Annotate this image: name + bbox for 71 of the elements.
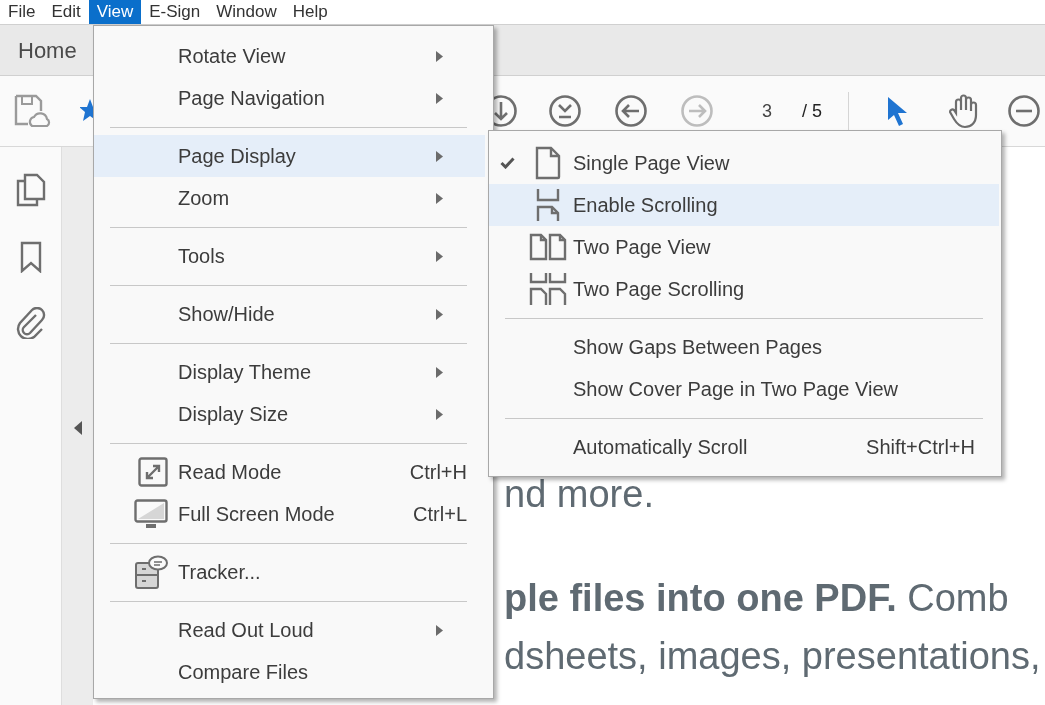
menu-item[interactable]: Zoom [94,177,485,219]
menu-item[interactable]: Tools [94,235,485,277]
collapse-arrow-icon[interactable] [73,421,82,435]
document-text: dsheets, images, presentations, [504,634,1041,679]
menu-item-label: Show/Hide [178,302,275,327]
document-text: ple files into one PDF. Comb [504,576,1009,621]
menu-item[interactable]: Compare Files [94,651,485,693]
menu-item[interactable]: Read Mode Ctrl+H [94,451,485,493]
page-icon [534,146,562,180]
menu-item[interactable]: Two Page View [489,226,999,268]
menu-item-label: Full Screen Mode [178,502,335,527]
menu-item[interactable]: Show/Hide [94,293,485,335]
menu-item-label: Zoom [178,186,230,211]
page-total: / 5 [802,99,822,123]
shortcut-label: Shift+Ctrl+H [866,435,975,460]
monitor-icon [134,499,168,529]
menu-bar-item[interactable]: Help [284,0,336,24]
menu-item[interactable]: Show Gaps Between Pages [489,326,999,368]
menu-item-label: Show Gaps Between Pages [573,335,823,360]
two-page-scrolling-icon [529,272,567,306]
paperclip-icon[interactable] [15,307,46,339]
scrolling-pages-icon [534,188,562,222]
menu-bar-item[interactable]: View [88,0,142,24]
menu-item-label: Display Theme [178,360,312,385]
menu-bar-item[interactable]: Window [208,0,285,24]
save-cloud-icon[interactable] [14,94,52,128]
menu-item[interactable]: Page Display [94,135,485,177]
menu-bar-item[interactable]: File [0,0,44,24]
menu-item-label: Single Page View [573,151,730,176]
cursor-icon[interactable] [885,95,909,127]
shortcut-label: Ctrl+H [409,460,467,485]
bookmark-icon[interactable] [19,241,42,273]
zoom-out-icon[interactable] [1007,94,1041,128]
menu-item[interactable]: Tracker... [94,551,485,593]
last-page-icon[interactable] [548,94,582,128]
page-number-field[interactable]: 3 [762,97,792,125]
menu-item[interactable]: Page Navigation [94,77,485,119]
menu-item-label: Display Size [178,402,289,427]
previous-page-icon[interactable] [614,94,648,128]
menu-item-label: Tracker... [178,560,261,585]
menu-item[interactable]: Display Theme [94,351,485,393]
menu-item[interactable]: Read Out Loud [94,609,485,651]
menu-item-label: Read Mode [178,460,282,485]
shortcut-label: Ctrl+L [413,502,467,527]
expand-arrows-icon [138,457,168,487]
menu-item[interactable]: Enable Scrolling [489,184,999,226]
menu-item[interactable]: Full Screen Mode Ctrl+L [94,493,485,535]
cabinet-chat-icon [134,555,168,589]
menu-item-label: Page Navigation [178,86,325,111]
document-text: nd more. [504,472,654,517]
menu-item[interactable]: Show Cover Page in Two Page View [489,368,999,410]
menu-item-label: Rotate View [178,44,286,69]
menu-item-label: Automatically Scroll [573,435,748,460]
menu-item[interactable]: Single Page View [489,142,999,184]
menu-item-label: Compare Files [178,660,309,685]
two-pages-icon [529,233,567,261]
menu-item-label: Two Page Scrolling [573,277,745,302]
menu-item-label: Show Cover Page in Two Page View [573,377,898,402]
menu-bar-item[interactable]: E-Sign [141,0,209,24]
menu-item-label: Read Out Loud [178,618,314,643]
menu-item[interactable]: Two Page Scrolling [489,268,999,310]
menu-bar-item[interactable]: Edit [43,0,89,24]
menu-item[interactable]: Display Size [94,393,485,435]
menu-item-label: Page Display [178,144,296,169]
menu-item[interactable]: Automatically Scroll Shift+Ctrl+H [489,426,999,468]
menu-item-label: Two Page View [573,235,711,260]
tab[interactable]: Home [0,25,95,75]
menu-item[interactable]: Rotate View [94,35,485,77]
pages-icon[interactable] [15,173,46,207]
menu-item-label: Enable Scrolling [573,193,718,218]
menu-item-label: Tools [178,244,225,269]
